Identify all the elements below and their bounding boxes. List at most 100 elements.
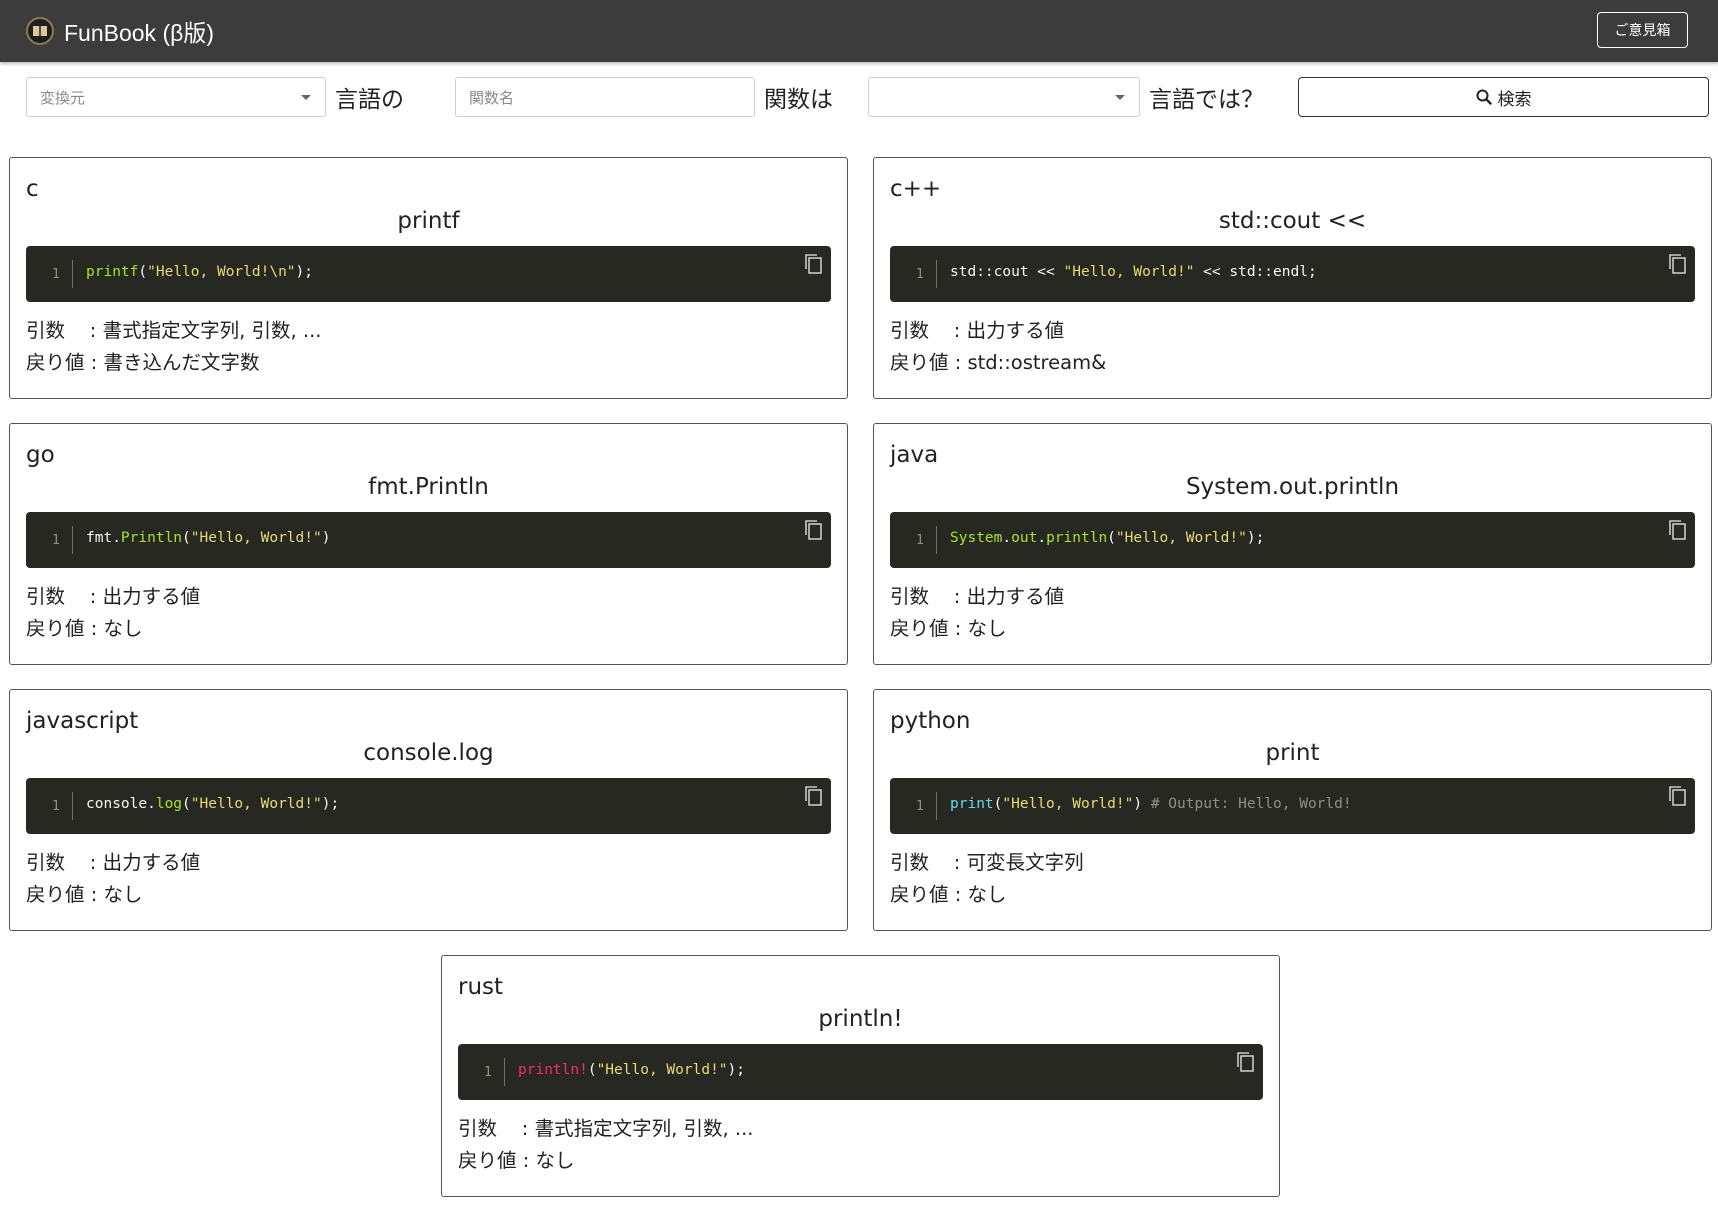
card-function-name: console.log bbox=[363, 740, 494, 766]
target-language-select[interactable] bbox=[868, 77, 1140, 117]
code-token: ) bbox=[321, 530, 331, 546]
card-function-name: std::cout << bbox=[1218, 208, 1367, 234]
code-text: printf("Hello, World!\n"); bbox=[86, 264, 313, 280]
line-number: 1 bbox=[916, 799, 924, 814]
return-value: std::ostream& bbox=[967, 351, 1107, 374]
card-function-name: println! bbox=[818, 1006, 903, 1032]
card-language: python bbox=[890, 708, 971, 734]
code-token: . bbox=[1037, 530, 1047, 546]
code-block: 1 std::cout << "Hello, World!" << std::e… bbox=[890, 246, 1695, 302]
search-icon bbox=[1476, 89, 1492, 105]
code-block: 1 print("Hello, World!") # Output: Hello… bbox=[890, 778, 1695, 834]
code-token: ( bbox=[1107, 530, 1116, 546]
gutter-divider bbox=[72, 792, 73, 820]
app-title[interactable]: FunBook (β版) bbox=[64, 14, 214, 48]
arguments-label: 引数 bbox=[890, 319, 930, 342]
card-function-name: fmt.Println bbox=[368, 474, 489, 500]
gutter-divider bbox=[504, 1058, 505, 1086]
code-token: ( bbox=[182, 530, 191, 546]
copy-icon[interactable] bbox=[803, 252, 825, 276]
code-token: fmt. bbox=[86, 530, 121, 546]
phrase-function-wa: 関数は bbox=[764, 87, 833, 113]
code-token: ) bbox=[1133, 796, 1151, 812]
function-name-placeholder: 関数名 bbox=[469, 88, 515, 107]
arguments-row: 引数 : 出力する値 bbox=[26, 585, 201, 608]
gutter-divider bbox=[72, 526, 73, 554]
card-language: javascript bbox=[26, 708, 139, 734]
code-token: "Hello, World!" bbox=[1115, 530, 1247, 546]
source-language-select[interactable]: 変換元 bbox=[26, 77, 326, 117]
code-text: fmt.Println("Hello, World!") bbox=[86, 530, 330, 546]
return-label: 戻り値 bbox=[890, 883, 949, 906]
search-button[interactable]: 検索 bbox=[1298, 77, 1709, 117]
function-card: c printf 1 printf("Hello, World!\n"); 引数… bbox=[9, 157, 848, 399]
code-block: 1 console.log("Hello, World!"); bbox=[26, 778, 831, 834]
card-language: java bbox=[890, 442, 939, 468]
copy-icon[interactable] bbox=[1667, 252, 1689, 276]
copy-icon[interactable] bbox=[1667, 784, 1689, 808]
card-language: c bbox=[26, 176, 39, 202]
copy-icon[interactable] bbox=[803, 784, 825, 808]
arguments-row: 引数 : 出力する値 bbox=[890, 585, 1065, 608]
return-row: 戻り値 : なし bbox=[890, 883, 1007, 906]
code-text: console.log("Hello, World!"); bbox=[86, 796, 339, 812]
gutter-divider bbox=[72, 260, 73, 288]
code-token: ( bbox=[587, 1062, 597, 1078]
code-block: 1 printf("Hello, World!\n"); bbox=[26, 246, 831, 302]
card-language: go bbox=[26, 442, 55, 468]
source-language-placeholder: 変換元 bbox=[40, 88, 86, 107]
arguments-row: 引数 : 出力する値 bbox=[890, 319, 1065, 342]
code-token: "Hello, World!" bbox=[596, 1062, 728, 1078]
function-name-input[interactable]: 関数名 bbox=[455, 77, 755, 117]
line-number: 1 bbox=[916, 533, 924, 548]
card-function-name: printf bbox=[397, 208, 460, 234]
code-token: out bbox=[1011, 530, 1038, 546]
return-row: 戻り値 : なし bbox=[26, 617, 143, 640]
code-text: std::cout << "Hello, World!" << std::end… bbox=[950, 264, 1317, 280]
line-number: 1 bbox=[52, 799, 60, 814]
card-function-name: System.out.println bbox=[1185, 474, 1400, 500]
arguments-label: 引数 bbox=[458, 1117, 498, 1140]
return-row: 戻り値 : std::ostream& bbox=[890, 351, 1107, 374]
function-card: go fmt.Println 1 fmt.Println("Hello, Wor… bbox=[9, 423, 848, 665]
return-label: 戻り値 bbox=[890, 351, 949, 374]
code-token: ); bbox=[727, 1062, 745, 1078]
return-value: なし bbox=[103, 617, 143, 640]
code-token: "Hello, World!\n" bbox=[147, 264, 296, 280]
function-card: java System.out.println 1 System.out.pri… bbox=[873, 423, 1712, 665]
code-token: "Hello, World!" bbox=[190, 796, 322, 812]
line-number: 1 bbox=[484, 1065, 492, 1080]
return-label: 戻り値 bbox=[890, 617, 949, 640]
feedback-button[interactable]: ご意見箱 bbox=[1597, 12, 1688, 48]
code-token: "Hello, World!" bbox=[1063, 264, 1195, 280]
line-number: 1 bbox=[52, 533, 60, 548]
copy-icon[interactable] bbox=[1235, 1050, 1257, 1074]
code-token: println! bbox=[518, 1062, 588, 1078]
return-value: なし bbox=[103, 883, 143, 906]
code-token: print bbox=[950, 796, 994, 812]
code-token: std::cout << bbox=[950, 264, 1064, 280]
arguments-row: 引数 : 出力する値 bbox=[26, 851, 201, 874]
code-block: 1 fmt.Println("Hello, World!") bbox=[26, 512, 831, 568]
copy-icon[interactable] bbox=[1667, 518, 1689, 542]
code-token: << std::endl; bbox=[1194, 264, 1317, 280]
arguments-value: 出力する値 bbox=[966, 319, 1065, 342]
code-token: . bbox=[1002, 530, 1012, 546]
code-token: ( bbox=[182, 796, 191, 812]
return-row: 戻り値 : なし bbox=[26, 883, 143, 906]
copy-icon[interactable] bbox=[803, 518, 825, 542]
phrase-language-dewa: 言語では？ bbox=[1149, 87, 1264, 113]
function-card: javascript console.log 1 console.log("He… bbox=[9, 689, 848, 931]
arguments-row: 引数 : 可変長文字列 bbox=[890, 851, 1084, 874]
code-block: 1 System.out.println("Hello, World!"); bbox=[890, 512, 1695, 568]
gutter-divider bbox=[936, 792, 937, 820]
return-value: なし bbox=[967, 617, 1007, 640]
return-value: なし bbox=[535, 1149, 575, 1172]
code-text: print("Hello, World!") # Output: Hello, … bbox=[950, 796, 1352, 812]
function-card: rust println! 1 println!("Hello, World!"… bbox=[441, 955, 1280, 1197]
return-row: 戻り値 : なし bbox=[890, 617, 1007, 640]
arguments-label: 引数 bbox=[26, 851, 66, 874]
code-text: System.out.println("Hello, World!"); bbox=[950, 530, 1264, 546]
chevron-down-icon bbox=[301, 95, 311, 100]
phrase-language-no: 言語の bbox=[335, 87, 404, 113]
